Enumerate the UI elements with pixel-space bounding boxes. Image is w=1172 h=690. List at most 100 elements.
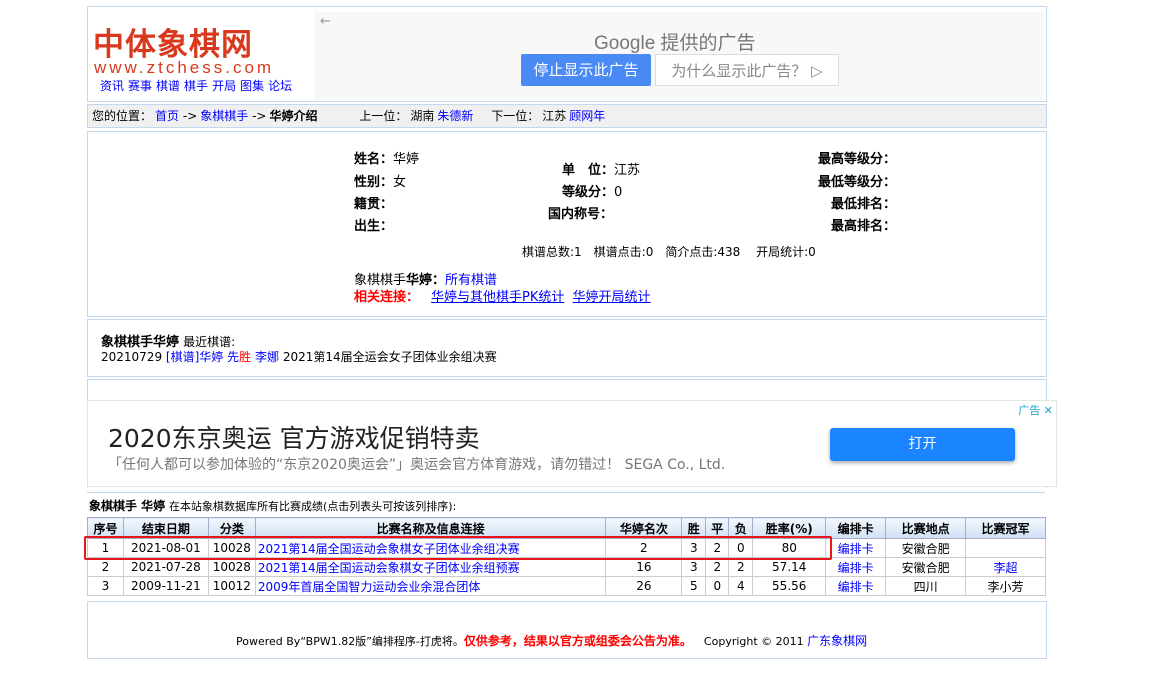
unit-value: 江苏	[614, 163, 641, 178]
end-date: 2021-07-28	[122, 557, 209, 577]
column-header[interactable]: 编排卡	[825, 517, 887, 539]
ad-close-icon[interactable]: 广告 ✕	[1018, 402, 1053, 418]
gender-label: 性别：	[354, 175, 394, 190]
table-row: 2 2021-07-28 10028 2021第14届全国运动会象棋女子团体业余组预赛…	[87, 557, 1046, 577]
min-rank-label: 最低排名：	[830, 197, 896, 212]
breadcrumb-players[interactable]: 象棋棋手	[200, 109, 248, 123]
powered-by: Powered By“BPW1.82版”编排程序-打虎将。	[236, 635, 464, 648]
venue: 四川	[885, 576, 967, 596]
min-grade-label: 最低等级分：	[817, 175, 896, 190]
wins: 5	[681, 576, 707, 596]
row-index: 3	[87, 576, 124, 596]
breadcrumb: 您的位置： 首页 -> 象棋棋手 -> 华婷介绍 上一位： 湖南 朱德新 下一位： 江苏 顾网…	[87, 104, 1047, 128]
rank: 16	[605, 557, 683, 577]
game-event: 2021第14届全运会女子团体业余组决赛	[282, 350, 497, 364]
highlight-box	[84, 536, 832, 560]
ad-title[interactable]: 2020东京奥运 官方游戏促销特卖	[108, 419, 480, 455]
results-caption: 在本站象棋数据库所有比赛成绩(点击列表头可按该列排序):	[169, 500, 457, 513]
opponent-link[interactable]: 李娜	[255, 350, 279, 364]
venue: 安徽合肥	[885, 557, 967, 577]
breadcrumb-sep: ->	[182, 109, 198, 123]
origin-label: 籍贯：	[354, 197, 394, 212]
event-link[interactable]: 2021第14届全国运动会象棋女子团体业余组预赛	[254, 557, 607, 577]
copyright: Copyright © 2011	[703, 635, 804, 648]
ad-provider-label: Google 提供的广告	[594, 33, 756, 54]
breadcrumb-current: 华婷介绍	[269, 109, 318, 123]
results-caption-title: 象棋棋手 华婷	[89, 499, 166, 513]
draws: 2	[705, 557, 730, 577]
prev-region: 湖南	[410, 109, 435, 123]
champion[interactable]: 李超	[965, 557, 1046, 577]
profile-panel: 姓名：华婷 性别：女 籍贯： 出生： 单 位：江苏 等级分：0 国内称号： 最高…	[87, 131, 1047, 317]
losses: 2	[728, 557, 754, 577]
result-side: 先	[227, 350, 240, 364]
champion: 李小芳	[965, 576, 1046, 596]
stop-ad-button[interactable]: 停止显示此广告	[521, 54, 651, 86]
grade-label: 等级分：	[562, 185, 615, 200]
stats-line: 棋谱总数:1 棋谱点击:0 简介点击:438 开局统计:0	[522, 245, 816, 259]
category: 10028	[207, 557, 256, 577]
opening-stats-link[interactable]: 华婷开局统计	[573, 290, 651, 305]
game-date: 20210729	[101, 350, 163, 364]
title-label: 国内称号：	[548, 207, 614, 222]
footer-site-link[interactable]: 广东象棋网	[807, 634, 867, 648]
header: 中体象棋网 www.ztchess.com 资讯 赛事 棋谱 棋手 开局 图集 论坛 ← G…	[87, 6, 1047, 102]
nav-games[interactable]: 棋谱	[156, 79, 180, 93]
table-row: 3 2009-11-21 10012 2009年首届全国智力运动会业余混合团体 26 5 0…	[87, 576, 1046, 596]
event-link[interactable]: 2009年首届全国智力运动会业余混合团体	[254, 576, 607, 596]
nav-openings[interactable]: 开局	[212, 79, 236, 93]
pairing-card-link[interactable]: 编排卡	[825, 576, 887, 596]
nav-news[interactable]: 资讯	[100, 79, 124, 93]
breadcrumb-label: 您的位置：	[92, 109, 153, 123]
pairing-card-link[interactable]: 编排卡	[825, 538, 887, 558]
nav-gallery[interactable]: 图集	[240, 79, 264, 93]
next-label: 下一位：	[491, 109, 540, 123]
google-ad-panel: ← Google 提供的广告 停止显示此广告 为什么显示此广告？ ▷	[314, 12, 1044, 100]
gender-value: 女	[393, 175, 407, 190]
prev-label: 上一位：	[359, 109, 408, 123]
unit-label: 单 位：	[562, 163, 615, 178]
footer: Powered By“BPW1.82版”编排程序-打虎将。仅供参考，结果以官方或…	[87, 601, 1047, 659]
related-label: 相关连接：	[354, 290, 420, 305]
recent-games-panel: 象棋棋手华婷 最近棋谱: 20210729 [棋谱]华婷 先胜 李娜 2021第…	[87, 319, 1047, 377]
recent-subtitle: 最近棋谱:	[183, 335, 236, 349]
top-nav: 资讯 赛事 棋谱 棋手 开局 图集 论坛	[100, 77, 296, 94]
losses: 4	[728, 576, 754, 596]
breadcrumb-home[interactable]: 首页	[155, 109, 179, 123]
ad-description: 「任何人都可以参加体验的“东京2020奥运会”」奥运会官方体育游戏，请勿错过！ …	[108, 457, 726, 473]
venue: 安徽合肥	[885, 538, 967, 558]
site-url: www.ztchess.com	[94, 58, 275, 77]
back-arrow-icon[interactable]: ←	[320, 14, 331, 29]
grade-value: 0	[614, 185, 623, 200]
next-region: 江苏	[542, 109, 567, 123]
nav-players[interactable]: 棋手	[184, 79, 208, 93]
breadcrumb-sep: ->	[252, 109, 267, 123]
next-player-link[interactable]: 顾网年	[569, 109, 605, 123]
row-index: 2	[87, 557, 124, 577]
champion	[965, 538, 1046, 558]
win-rate: 55.56	[752, 576, 827, 596]
prev-player-link[interactable]: 朱德新	[437, 109, 473, 123]
draws: 0	[705, 576, 730, 596]
display-ad[interactable]: 2020东京奥运 官方游戏促销特卖 「任何人都可以参加体验的“东京2020奥运会…	[87, 400, 1057, 487]
name-label: 姓名：	[354, 152, 394, 167]
win-rate: 57.14	[752, 557, 827, 577]
pairing-card-link[interactable]: 编排卡	[825, 557, 887, 577]
nav-forum[interactable]: 论坛	[268, 79, 292, 93]
disclaimer: 仅供参考，结果以官方或组委会公告为准。	[463, 634, 692, 648]
name-value: 华婷	[393, 152, 420, 167]
pk-stats-link[interactable]: 华婷与其他棋手PK统计	[431, 290, 564, 305]
birth-label: 出生：	[354, 219, 394, 234]
column-header[interactable]: 比赛冠军	[965, 517, 1046, 539]
max-rank-label: 最高排名：	[830, 219, 896, 234]
column-header[interactable]: 比赛地点	[885, 517, 967, 539]
rank: 26	[605, 576, 683, 596]
game-link[interactable]: [棋谱]华婷	[166, 350, 223, 364]
wins: 3	[681, 557, 707, 577]
category: 10012	[207, 576, 256, 596]
nav-events[interactable]: 赛事	[128, 79, 152, 93]
result-outcome: 胜	[239, 350, 252, 364]
why-ad-button[interactable]: 为什么显示此广告？ ▷	[655, 54, 839, 86]
end-date: 2009-11-21	[122, 576, 209, 596]
ad-open-button[interactable]: 打开	[830, 428, 1015, 461]
